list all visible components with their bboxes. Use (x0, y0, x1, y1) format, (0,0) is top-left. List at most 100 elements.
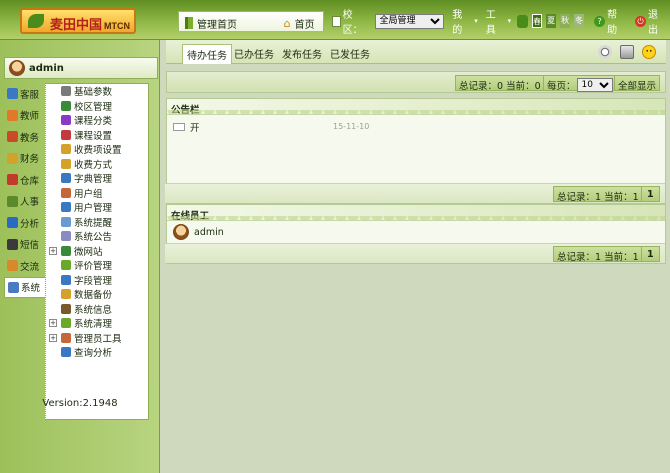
notice-panel: 公告栏 开 15-11-10 总记录：1 当前：1 1 (165, 98, 666, 204)
module-item[interactable]: 财务 (4, 148, 46, 170)
notice-record-count: 总记录：1 当前：1 (553, 186, 643, 203)
smiley-icon[interactable] (642, 45, 656, 59)
system-menu-item[interactable]: 字典管理 (46, 171, 148, 186)
system-menu-label: 用户管理 (74, 203, 113, 215)
theme-winter[interactable]: 冬 (574, 14, 585, 28)
help-link[interactable]: ? 帮助 (594, 6, 627, 36)
module-item[interactable]: 仓库 (4, 169, 46, 191)
tab-pending-tasks[interactable]: 待办任务 (182, 44, 232, 64)
module-label: 客服 (20, 89, 40, 101)
globe-icon (61, 100, 71, 111)
system-menu-item[interactable]: 查询分析 (46, 345, 148, 360)
notice-page-button[interactable]: 1 (641, 186, 660, 202)
system-menu-label: 评价管理 (74, 261, 113, 273)
system-menu-item[interactable]: 用户组 (46, 186, 148, 201)
mail-icon (173, 123, 185, 131)
module-item[interactable]: 分析 (4, 212, 46, 234)
exit-label: 退出 (648, 10, 659, 36)
module-label: 仓库 (20, 175, 40, 187)
system-menu-item[interactable]: 系统公告 (46, 229, 148, 244)
online-user-row[interactable]: admin (167, 224, 665, 240)
page-tab-icon (185, 17, 193, 29)
my-menu-label: 我的 (452, 10, 463, 36)
page-size-select[interactable]: 10 (576, 78, 613, 92)
expand-icon[interactable]: + (49, 246, 57, 255)
main-content: 待办任务 已办任务 发布任务 已发任务 总记录：0 当前：0 每页： 10 全部显… (160, 40, 670, 473)
theme-autumn[interactable]: 秋 (560, 14, 571, 28)
tab-sent-tasks[interactable]: 已发任务 (326, 44, 374, 63)
theme-summer[interactable]: 夏 (546, 14, 557, 28)
system-menu-label: 系统信息 (74, 304, 113, 316)
system-menu-item[interactable]: + 微网站 (46, 244, 148, 259)
expand-icon[interactable]: + (49, 333, 57, 342)
system-menu-item[interactable]: 收费方式 (46, 157, 148, 172)
logo-text: 麦田中国 (50, 18, 103, 33)
system-menu-item[interactable]: 校区管理 (46, 99, 148, 114)
online-user-name[interactable]: admin (194, 227, 224, 238)
notice-pager: 总记录：1 当前：1 1 (165, 183, 665, 203)
notice-panel-header: 公告栏 (167, 99, 665, 115)
field-icon (61, 274, 71, 285)
book-icon (61, 115, 71, 126)
system-menu-label: 数据备份 (74, 290, 113, 302)
system-menu-item[interactable]: 字段管理 (46, 273, 148, 288)
online-page-button[interactable]: 1 (641, 246, 660, 262)
folder-icon (61, 158, 71, 169)
theme-spring[interactable]: 春 (532, 14, 543, 28)
tab-done-tasks[interactable]: 已办任务 (230, 44, 278, 63)
expand-icon[interactable]: + (49, 319, 57, 327)
module-label: 短信 (20, 240, 40, 252)
money-icon (7, 152, 18, 164)
system-menu-item[interactable]: 系统提醒 (46, 215, 148, 230)
season-theme-switch: 春 夏 秋 冬 (517, 14, 585, 28)
money-icon (61, 144, 71, 155)
exit-link[interactable]: ⏻ 退出 (635, 6, 668, 36)
notice-row[interactable]: 开 15-11-10 (167, 119, 665, 135)
online-pager: 总记录：1 当前：1 1 (165, 243, 665, 263)
my-menu[interactable]: 我的 ▾ (452, 6, 477, 36)
module-item[interactable]: 交流 (4, 255, 46, 277)
system-menu-label: 查询分析 (74, 348, 113, 360)
teacher-icon (7, 109, 18, 121)
system-menu-label: 系统提醒 (74, 217, 113, 229)
module-item[interactable]: 客服 (4, 83, 46, 105)
home-link[interactable]: 首页 (295, 16, 315, 31)
tab-published-tasks[interactable]: 发布任务 (278, 44, 326, 63)
module-item[interactable]: 教师 (4, 105, 46, 127)
system-menu-label: 字段管理 (74, 275, 113, 287)
module-item[interactable]: 系统 (4, 276, 48, 298)
user-icon (61, 202, 71, 213)
module-item[interactable]: 人事 (4, 191, 46, 213)
system-menu-item[interactable]: + 系统清理 (46, 316, 148, 331)
home-icon[interactable]: ⌂ (284, 17, 291, 30)
module-item[interactable]: 教务 (4, 126, 46, 148)
module-item[interactable]: 短信 (4, 234, 46, 256)
system-menu-item[interactable]: 数据备份 (46, 287, 148, 302)
show-all-button[interactable]: 全部显示 (614, 75, 661, 92)
speaker-icon (61, 216, 71, 227)
tools-menu-label: 工具 (485, 10, 496, 36)
system-menu-label: 字典管理 (74, 174, 113, 186)
house-icon (7, 174, 18, 186)
refresh-icon[interactable] (598, 45, 612, 59)
tools-menu[interactable]: 工具 ▾ (486, 6, 511, 36)
system-menu-item[interactable]: 收费项设置 (46, 142, 148, 157)
online-record-count: 总记录：1 当前：1 (553, 246, 643, 263)
system-menu-label: 微网站 (74, 246, 103, 258)
system-menu-item[interactable]: 课程设置 (46, 128, 148, 143)
system-menu-item[interactable]: 用户管理 (46, 200, 148, 215)
books-icon (61, 129, 71, 140)
tab-admin-home[interactable]: 管理首页 ⌂ 首页 (178, 11, 324, 31)
system-menu-item[interactable]: 课程分类 (46, 113, 148, 128)
system-menu-label: 课程设置 (74, 130, 113, 142)
system-menu-item[interactable]: + 管理员工具 (46, 331, 148, 346)
campus-select[interactable]: 全局管理 (374, 13, 445, 29)
system-menu-item[interactable]: 评价管理 (46, 258, 148, 273)
system-menu-label: 收费方式 (74, 159, 113, 171)
printer-icon[interactable] (620, 45, 634, 59)
notice-title[interactable]: 开 (190, 120, 200, 134)
module-list: 客服教师 教务 财务仓库人事 分析短信交流 系统 (4, 83, 48, 298)
system-menu-item[interactable]: 系统信息 (46, 302, 148, 317)
system-menu-item[interactable]: 基础参数 (46, 84, 148, 99)
logo-leaf-icon (28, 14, 44, 28)
